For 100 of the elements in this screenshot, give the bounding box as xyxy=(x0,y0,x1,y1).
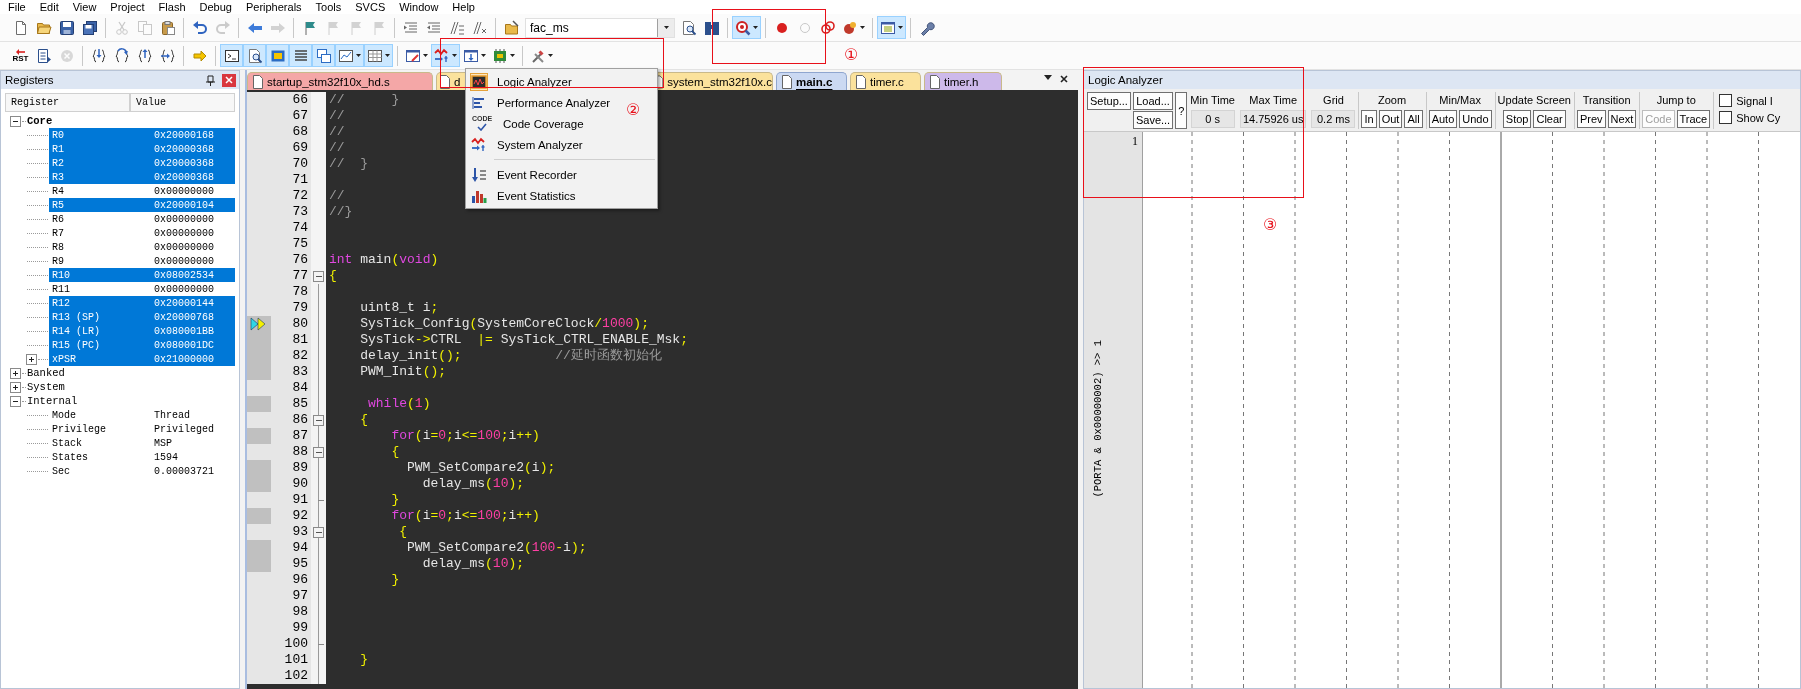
checkbox[interactable] xyxy=(1719,94,1733,107)
register-row[interactable]: R12 0x20000144 xyxy=(49,296,235,310)
register-row[interactable]: R10 0x08002534 xyxy=(49,268,235,282)
menu-item[interactable]: File xyxy=(8,0,26,14)
menu-item[interactable]: Tools xyxy=(315,0,342,14)
register-row[interactable]: R6 0x00000000 xyxy=(49,212,235,226)
memory-window-button[interactable] xyxy=(364,44,393,67)
register-row[interactable]: R2 0x20000368 xyxy=(49,156,235,170)
register-row[interactable]: R4 0x00000000 xyxy=(49,184,235,198)
register-row[interactable]: R7 0x00000000 xyxy=(49,226,235,240)
scissors-icon xyxy=(113,19,130,36)
window-layout-button[interactable] xyxy=(877,16,906,39)
toolbar-button[interactable]: Next xyxy=(1607,110,1637,128)
register-row[interactable]: R15 (PC) 0x080001DC xyxy=(49,338,235,352)
code-line: { xyxy=(390,444,400,459)
menu-item[interactable]: SVCS xyxy=(355,0,386,14)
register-row[interactable]: R8 0x00000000 xyxy=(49,240,235,254)
page-icon xyxy=(855,74,867,89)
toolbar-button[interactable]: Auto xyxy=(1428,110,1458,128)
readout-value: 0 s xyxy=(1190,110,1235,128)
checkbox[interactable] xyxy=(1719,111,1733,124)
watch-window-button[interactable] xyxy=(335,44,364,67)
register-row[interactable]: Sec 0.00003721 xyxy=(49,464,235,478)
register-row[interactable]: Stack MSP xyxy=(49,436,235,450)
register-name: R3 xyxy=(51,171,65,183)
menu-item[interactable]: Peripherals xyxy=(245,0,302,14)
toolbar-button[interactable]: In xyxy=(1361,110,1377,128)
register-row[interactable]: R9 0x00000000 xyxy=(49,254,235,268)
code-line: SysTick->CTRL |= SysTick_CTRL_ENABLE_Msk; xyxy=(359,332,688,347)
code-line: { xyxy=(359,412,369,427)
file-tab[interactable]: main.c xyxy=(776,72,847,90)
command-window-button[interactable] xyxy=(220,44,243,67)
menu-item[interactable]: Performance Analyzer xyxy=(466,92,617,113)
register-row[interactable]: Privilege Privileged xyxy=(49,422,235,436)
disassembly-window-button[interactable] xyxy=(243,44,266,67)
menu-item[interactable]: Logic Analyzer xyxy=(466,71,578,92)
file-tab[interactable]: timer.c xyxy=(850,72,921,90)
register-row[interactable]: R1 0x20000368 xyxy=(49,142,235,156)
toolbar-button[interactable]: Out xyxy=(1378,110,1403,128)
analysis-window-button[interactable] xyxy=(431,44,460,67)
readout-label: Max Time xyxy=(1249,93,1298,108)
call-stack-button[interactable] xyxy=(312,44,335,67)
column-header: Register xyxy=(5,93,130,112)
menu-item[interactable]: Help xyxy=(452,0,475,14)
register-row[interactable]: R11 0x00000000 xyxy=(49,282,235,296)
register-name: R12 xyxy=(51,297,71,309)
register-row[interactable]: xPSR 0x21000000 xyxy=(49,352,235,366)
code-line: // xyxy=(329,188,345,203)
register-row[interactable]: R0 0x20000168 xyxy=(49,128,235,142)
load-button[interactable]: Load... xyxy=(1132,92,1174,110)
file-tab[interactable]: timer.h xyxy=(924,72,1002,90)
tree-node-label: Core xyxy=(27,115,53,127)
register-value: 1594 xyxy=(153,451,179,463)
code-line: PWM_SetCompare2(100-i); xyxy=(406,540,587,555)
toolbar-button[interactable]: Trace xyxy=(1676,110,1711,128)
save-button[interactable]: Save... xyxy=(1132,111,1174,129)
down-arrow-list-icon xyxy=(471,166,487,183)
line-number: 101 xyxy=(271,652,311,668)
setup-button[interactable]: Setup... xyxy=(1087,92,1131,110)
menu-item[interactable]: System Analyzer xyxy=(466,134,589,155)
toolbar-button[interactable]: All xyxy=(1404,110,1423,128)
symbols-window-button[interactable] xyxy=(266,44,289,67)
register-row[interactable]: States 1594 xyxy=(49,450,235,464)
code-line: for(i=0;i<=100;i++) xyxy=(390,428,540,443)
register-row[interactable]: R5 0x20000104 xyxy=(49,198,235,212)
search-combobox[interactable]: fac_ms xyxy=(525,17,675,38)
slashes-icon xyxy=(448,19,465,36)
toolbar-button[interactable]: Stop xyxy=(1502,110,1532,128)
register-name: Mode xyxy=(51,409,77,421)
menu-item[interactable]: Window xyxy=(399,0,439,14)
toolbar-button[interactable]: Prev xyxy=(1576,110,1606,128)
line-number: 72 xyxy=(271,188,311,204)
search-icon xyxy=(680,19,697,36)
menu-item[interactable]: Event Recorder xyxy=(466,164,583,185)
waveform-icon xyxy=(434,47,450,64)
register-row[interactable]: Mode Thread xyxy=(49,408,235,422)
menu-item[interactable]: Flash xyxy=(158,0,186,14)
registers-window-button[interactable] xyxy=(289,44,312,67)
register-row[interactable]: R3 0x20000368 xyxy=(49,170,235,184)
register-value: 0x08002534 xyxy=(153,269,215,281)
menu-item[interactable]: Project xyxy=(110,0,145,14)
register-row[interactable]: R14 (LR) 0x080001BB xyxy=(49,324,235,338)
window-icon xyxy=(880,19,896,36)
help-button[interactable]: ? xyxy=(1175,92,1188,129)
debug-session-button[interactable] xyxy=(732,16,761,39)
register-row[interactable]: R13 (SP) 0x20000768 xyxy=(49,310,235,324)
toolbar-button[interactable]: Clear xyxy=(1533,110,1566,128)
readout-value: 14.75926 us xyxy=(1239,110,1307,128)
menu-item[interactable]: Edit xyxy=(39,0,59,14)
reset-button[interactable]: RST xyxy=(9,44,32,67)
toolbar-button[interactable]: Undo xyxy=(1459,110,1492,128)
indent-icon xyxy=(402,19,419,36)
menu-item[interactable]: View xyxy=(72,0,97,14)
file-tab[interactable]: startup_stm32f10x_hd.s xyxy=(247,72,433,90)
wrench-icon xyxy=(918,19,935,36)
close-button[interactable] xyxy=(222,73,236,87)
line-number: 67 xyxy=(271,108,311,124)
line-number: 73 xyxy=(271,204,311,220)
menu-item[interactable]: Debug xyxy=(199,0,232,14)
menu-item[interactable]: Event Statistics xyxy=(466,185,582,206)
